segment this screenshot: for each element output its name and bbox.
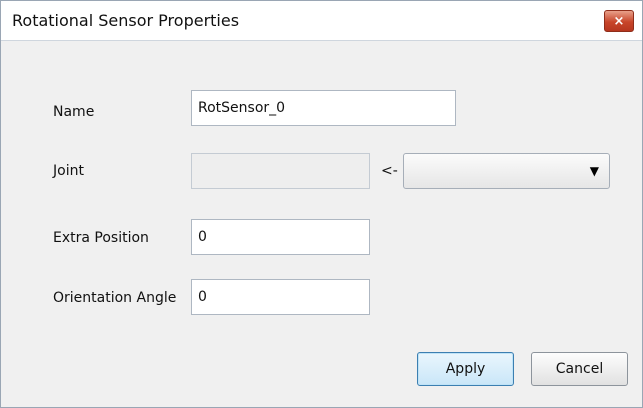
joint-input (191, 153, 370, 189)
orientation-angle-input[interactable]: 0 (191, 279, 370, 315)
cancel-button[interactable]: Cancel (531, 352, 628, 386)
orientation-angle-label: Orientation Angle (53, 290, 177, 306)
dialog-body: Name RotSensor_0 Joint <- ▼ Extra Positi… (1, 42, 642, 407)
name-input[interactable]: RotSensor_0 (191, 90, 456, 126)
close-icon: × (613, 13, 625, 29)
chevron-down-icon[interactable]: ▼ (590, 164, 599, 178)
close-button[interactable]: × (604, 10, 634, 32)
apply-button[interactable]: Apply (417, 352, 514, 386)
joint-arrow-label: <- (381, 163, 398, 179)
title-bar[interactable]: Rotational Sensor Properties × (1, 1, 642, 41)
dialog-window: Rotational Sensor Properties × Name RotS… (0, 0, 643, 408)
name-label: Name (53, 104, 95, 120)
window-title: Rotational Sensor Properties (12, 11, 240, 30)
extra-position-input[interactable]: 0 (191, 219, 370, 255)
joint-label: Joint (53, 163, 84, 179)
extra-position-label: Extra Position (53, 230, 149, 246)
joint-select[interactable]: ▼ (403, 153, 610, 189)
